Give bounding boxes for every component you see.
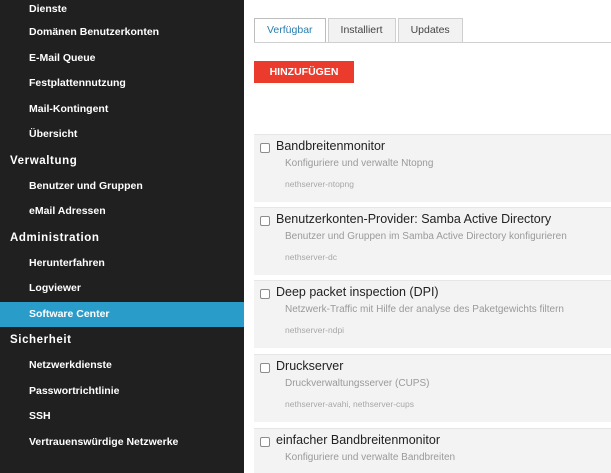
sidebar-item-software-center[interactable]: Software Center: [0, 301, 244, 327]
package-title: Benutzerkonten-Provider: Samba Active Di…: [276, 212, 552, 226]
package-card: Druckserver Druckverwaltungsserver (CUPS…: [254, 354, 611, 422]
sidebar-item-mail-kontingent[interactable]: Mail-Kontingent: [0, 97, 244, 123]
tab-installiert[interactable]: Installiert: [327, 18, 396, 43]
sidebar-item-netzwerkdienste[interactable]: Netzwerkdienste: [0, 353, 244, 379]
package-name: nethserver-ntopng: [285, 179, 354, 189]
package-description: Druckverwaltungsserver (CUPS): [285, 378, 430, 389]
sidebar: Dienste Domänen Benutzerkonten E-Mail Qu…: [0, 0, 244, 473]
sidebar-item-domaenen-benutzerkonten[interactable]: Domänen Benutzerkonten: [0, 20, 244, 46]
sidebar-item-ssh[interactable]: SSH: [0, 404, 244, 430]
sidebar-item-email-queue[interactable]: E-Mail Queue: [0, 46, 244, 72]
add-button[interactable]: HINZUFÜGEN: [254, 61, 354, 83]
package-name: nethserver-avahi, nethserver-cups: [285, 399, 414, 409]
package-title: Bandbreitenmonitor: [276, 139, 386, 153]
package-checkbox[interactable]: [260, 216, 270, 226]
tab-divider: [254, 42, 611, 43]
package-card: Deep packet inspection (DPI) Netzwerk-Tr…: [254, 280, 611, 348]
package-description: Netzwerk-Traffic mit Hilfe der analyse d…: [285, 304, 564, 315]
sidebar-section-administration: Administration: [10, 231, 100, 244]
package-name: nethserver-dc: [285, 252, 337, 262]
package-checkbox[interactable]: [260, 363, 270, 373]
sidebar-item-vertrauenswuerdige-netzwerke[interactable]: Vertrauenswürdige Netzwerke: [0, 430, 244, 456]
package-description: Benutzer und Gruppen im Samba Active Dir…: [285, 231, 567, 242]
package-name: nethserver-ndpi: [285, 325, 345, 335]
sidebar-item-benutzer-und-gruppen[interactable]: Benutzer und Gruppen: [0, 174, 244, 200]
sidebar-item-festplattennutzung[interactable]: Festplattennutzung: [0, 71, 244, 97]
package-checkbox[interactable]: [260, 437, 270, 447]
package-card: einfacher Bandbreitenmonitor Konfigurier…: [254, 428, 611, 473]
package-title: einfacher Bandbreitenmonitor: [276, 433, 440, 447]
package-checkbox[interactable]: [260, 143, 270, 153]
sidebar-item-email-adressen[interactable]: eMail Adressen: [0, 199, 244, 225]
main-content: Verfügbar Installiert Updates HINZUFÜGEN…: [244, 0, 611, 473]
sidebar-section-verwaltung: Verwaltung: [10, 154, 78, 167]
sidebar-item-passwortrichtlinie[interactable]: Passwortrichtlinie: [0, 379, 244, 405]
tab-verfuegbar[interactable]: Verfügbar: [254, 18, 326, 43]
sidebar-item-herunterfahren[interactable]: Herunterfahren: [0, 251, 244, 277]
package-card: Benutzerkonten-Provider: Samba Active Di…: [254, 207, 611, 275]
sidebar-item-logviewer[interactable]: Logviewer: [0, 276, 244, 302]
package-title: Deep packet inspection (DPI): [276, 285, 439, 299]
tab-updates[interactable]: Updates: [397, 18, 463, 43]
sidebar-item-uebersicht[interactable]: Übersicht: [0, 122, 244, 148]
tab-bar: Verfügbar Installiert Updates: [254, 18, 465, 43]
sidebar-item-dienste[interactable]: Dienste: [0, 0, 244, 20]
package-card: Bandbreitenmonitor Konfiguriere und verw…: [254, 134, 611, 202]
package-description: Konfiguriere und verwalte Bandbreiten: [285, 452, 456, 463]
package-checkbox[interactable]: [260, 289, 270, 299]
sidebar-section-sicherheit: Sicherheit: [10, 334, 72, 346]
package-title: Druckserver: [276, 359, 344, 373]
package-description: Konfiguriere und verwalte Ntopng: [285, 158, 434, 169]
